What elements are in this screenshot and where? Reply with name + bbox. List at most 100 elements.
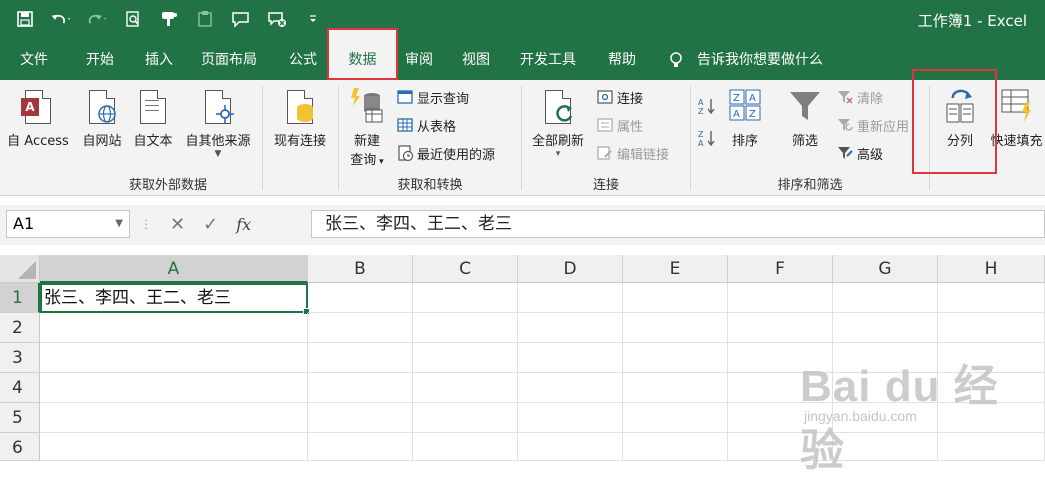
- filter-button[interactable]: 筛选: [782, 86, 828, 149]
- cell[interactable]: [518, 343, 623, 373]
- cell[interactable]: [623, 433, 728, 461]
- tab-page-layout[interactable]: 页面布局: [201, 40, 257, 80]
- customize-qat-icon[interactable]: [302, 8, 324, 30]
- row-header-4[interactable]: 4: [0, 373, 40, 403]
- tell-me-search[interactable]: 告诉我你想要做什么: [697, 40, 823, 80]
- from-access-button[interactable]: A 自 Access: [2, 86, 74, 149]
- tab-review[interactable]: 审阅: [405, 40, 433, 80]
- tab-formulas[interactable]: 公式: [289, 40, 317, 80]
- cell[interactable]: [413, 373, 518, 403]
- print-preview-icon[interactable]: [122, 8, 144, 30]
- column-header-f[interactable]: F: [728, 255, 833, 283]
- comment-icon[interactable]: [230, 8, 252, 30]
- tab-file[interactable]: 文件: [20, 40, 48, 80]
- more-options-icon[interactable]: ⋮: [140, 217, 152, 231]
- cell[interactable]: [518, 313, 623, 343]
- refresh-all-button[interactable]: 全部刷新 ▾: [526, 86, 590, 159]
- tab-developer[interactable]: 开发工具: [520, 40, 576, 80]
- from-table-button[interactable]: 从表格: [396, 114, 456, 136]
- cell[interactable]: [308, 313, 413, 343]
- tab-home[interactable]: 开始: [86, 40, 114, 80]
- cell[interactable]: [308, 403, 413, 433]
- cell[interactable]: [308, 343, 413, 373]
- redo-icon[interactable]: [86, 8, 108, 30]
- clear-comment-icon[interactable]: [266, 8, 288, 30]
- tab-view[interactable]: 视图: [462, 40, 490, 80]
- row-header-3[interactable]: 3: [0, 343, 40, 373]
- cell[interactable]: [518, 433, 623, 461]
- cell[interactable]: [308, 283, 413, 313]
- new-query-button[interactable]: 新建 查询 ▾: [342, 86, 392, 168]
- formula-input[interactable]: 张三、李四、王二、老三: [311, 210, 1045, 238]
- cell[interactable]: [728, 283, 833, 313]
- tab-data[interactable]: 数据: [327, 28, 398, 80]
- cell[interactable]: [623, 403, 728, 433]
- show-queries-button[interactable]: 显示查询: [396, 86, 469, 108]
- enter-icon[interactable]: ✓: [203, 214, 218, 235]
- cell[interactable]: [938, 313, 1045, 343]
- name-box-dropdown-icon[interactable]: ▼: [115, 211, 123, 237]
- sort-ascending-button[interactable]: AZ: [697, 94, 715, 116]
- cell[interactable]: [623, 313, 728, 343]
- row-header-6[interactable]: 6: [0, 433, 40, 461]
- cell[interactable]: [308, 373, 413, 403]
- advanced-filter-button[interactable]: 高级: [836, 142, 883, 164]
- cell[interactable]: [413, 313, 518, 343]
- insert-function-icon[interactable]: fx: [236, 215, 251, 234]
- column-header-d[interactable]: D: [518, 255, 623, 283]
- row-header-2[interactable]: 2: [0, 313, 40, 343]
- cell[interactable]: [40, 433, 308, 461]
- paste-icon[interactable]: [194, 8, 216, 30]
- column-header-h[interactable]: H: [938, 255, 1045, 283]
- save-icon[interactable]: [14, 8, 36, 30]
- tab-help[interactable]: 帮助: [608, 40, 636, 80]
- cell-a1[interactable]: 张三、李四、王二、老三: [40, 283, 310, 315]
- cell[interactable]: [518, 403, 623, 433]
- lightbulb-icon[interactable]: [667, 51, 685, 69]
- cell[interactable]: [40, 343, 308, 373]
- from-other-sources-button[interactable]: 自其他来源 ▼: [178, 86, 258, 159]
- name-box[interactable]: A1 ▼: [6, 210, 130, 238]
- row-header-1[interactable]: 1: [0, 283, 40, 313]
- cell[interactable]: [938, 283, 1045, 313]
- cell[interactable]: [413, 433, 518, 461]
- reapply-button[interactable]: 重新应用: [836, 114, 909, 136]
- cell[interactable]: [413, 283, 518, 313]
- undo-icon[interactable]: [50, 8, 72, 30]
- edit-links-button[interactable]: 编辑链接: [596, 142, 669, 164]
- sort-descending-button[interactable]: ZA: [697, 126, 715, 148]
- cell[interactable]: [833, 313, 938, 343]
- cell[interactable]: [40, 373, 308, 403]
- tab-insert[interactable]: 插入: [145, 40, 173, 80]
- column-header-a[interactable]: A: [40, 255, 308, 283]
- cell[interactable]: [518, 373, 623, 403]
- format-painter-icon[interactable]: [158, 8, 180, 30]
- select-all-button[interactable]: [0, 255, 40, 283]
- column-header-g[interactable]: G: [833, 255, 938, 283]
- existing-connections-button[interactable]: 现有连接: [266, 86, 334, 149]
- cell[interactable]: [413, 343, 518, 373]
- cell[interactable]: [623, 343, 728, 373]
- clear-filter-button[interactable]: 清除: [836, 86, 883, 108]
- sort-button[interactable]: ZAAZ 排序: [724, 86, 766, 149]
- properties-button[interactable]: 属性: [596, 114, 643, 136]
- cell[interactable]: [308, 433, 413, 461]
- cancel-icon[interactable]: ✕: [170, 214, 185, 235]
- connections-button[interactable]: 连接: [596, 86, 643, 108]
- cell[interactable]: [40, 403, 308, 433]
- cell[interactable]: [728, 313, 833, 343]
- cell[interactable]: [413, 403, 518, 433]
- from-web-button[interactable]: 自网站: [76, 86, 128, 149]
- recent-sources-button[interactable]: 最近使用的源: [396, 142, 495, 164]
- cell[interactable]: [623, 283, 728, 313]
- cell[interactable]: [833, 283, 938, 313]
- cell[interactable]: [40, 313, 308, 343]
- advanced-filter-label: 高级: [857, 147, 884, 163]
- cell[interactable]: [518, 283, 623, 313]
- column-header-c[interactable]: C: [413, 255, 518, 283]
- column-header-b[interactable]: B: [308, 255, 413, 283]
- row-header-5[interactable]: 5: [0, 403, 40, 433]
- from-text-button[interactable]: 自文本: [128, 86, 178, 149]
- cell[interactable]: [623, 373, 728, 403]
- column-header-e[interactable]: E: [623, 255, 728, 283]
